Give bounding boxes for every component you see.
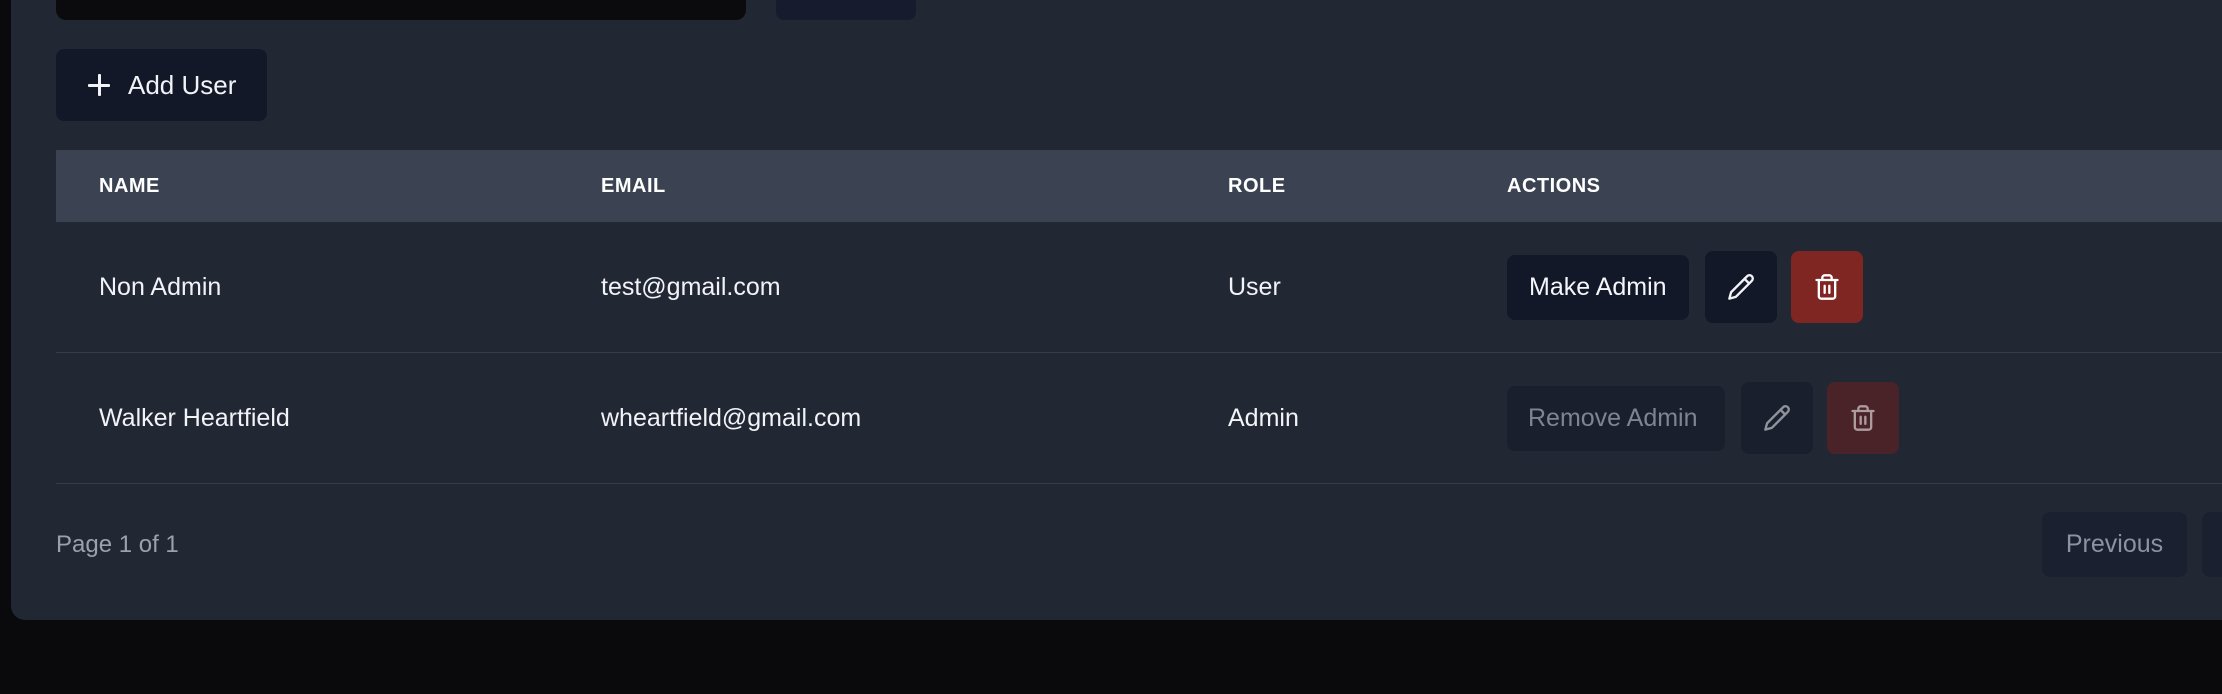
search-input[interactable] [56,0,746,20]
user-email: wheartfield@gmail.com [601,404,862,432]
header-actions: ACTIONS [1507,175,1601,197]
edit-user-button[interactable] [1704,251,1777,323]
search-button[interactable] [776,0,916,20]
add-user-button[interactable]: Add User [56,49,267,121]
user-name: Walker Heartfield [99,404,290,432]
next-button[interactable] [2202,512,2222,577]
header-name: NAME [99,175,160,197]
plus-icon [88,74,110,96]
pencil-icon [1764,405,1790,431]
previous-button[interactable]: Previous [2042,512,2187,577]
user-email: test@gmail.com [601,273,781,301]
delete-user-button[interactable] [1827,382,1899,454]
pencil-icon [1727,274,1754,300]
users-table: NAME EMAIL ROLE ACTIONS Non Admin test@g… [56,150,2222,484]
trash-icon [1851,405,1875,431]
user-name: Non Admin [99,273,222,301]
user-role: User [1228,273,1281,301]
row-actions: Remove Admin [1507,353,1913,483]
header-email: EMAIL [601,175,666,197]
header-role: ROLE [1228,175,1286,197]
add-user-label: Add User [128,69,237,100]
page-indicator: Page 1 of 1 [56,531,179,558]
trash-icon [1814,274,1839,300]
table-row: Non Admin test@gmail.com User Make Admin [56,222,2222,353]
user-role: Admin [1228,404,1299,432]
table-header: NAME EMAIL ROLE ACTIONS [56,150,2222,222]
make-admin-button[interactable]: Make Admin [1507,254,1689,320]
delete-user-button[interactable] [1790,251,1863,323]
table-row: Walker Heartfield wheartfield@gmail.com … [56,353,2222,484]
remove-admin-button[interactable]: Remove Admin [1507,385,1725,451]
row-actions: Make Admin [1507,222,1877,352]
edit-user-button[interactable] [1741,382,1813,454]
